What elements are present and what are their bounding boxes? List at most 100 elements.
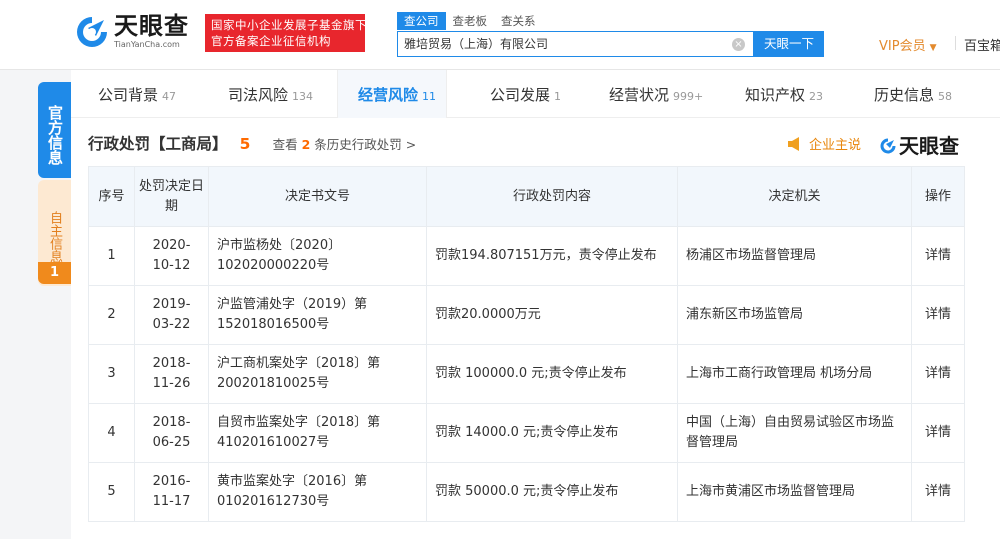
brand-domain: TianYanCha.com bbox=[114, 40, 180, 49]
header-divider bbox=[955, 36, 956, 50]
section-brand: 天眼查 bbox=[879, 130, 959, 159]
tab-search-company[interactable]: 查公司 bbox=[397, 12, 446, 30]
header-date: 处罚决定日期 bbox=[134, 166, 209, 227]
cell-org: 中国（上海）自由贸易试验区市场监督管理局 bbox=[677, 403, 912, 463]
megaphone-icon bbox=[788, 137, 799, 151]
header-num: 序号 bbox=[88, 166, 135, 227]
detail-link[interactable]: 详情 bbox=[911, 285, 965, 345]
tab-count: 47 bbox=[162, 90, 177, 103]
detail-link[interactable]: 详情 bbox=[911, 403, 965, 463]
tianyancha-logo-icon bbox=[77, 17, 107, 47]
cell-org: 杨浦区市场监督管理局 bbox=[677, 226, 912, 286]
search-input[interactable] bbox=[404, 36, 724, 50]
category-nav: 公司背景 47 司法风险 134 经营风险 11 公司发展 1 经营状况 999+ 知识产… bbox=[71, 70, 1000, 118]
section-count: 5 bbox=[239, 135, 251, 153]
promo-line-1: 国家中小企业发展子基金旗下 bbox=[211, 18, 367, 32]
search-box: × bbox=[397, 31, 754, 57]
tab-label: 司法风险 bbox=[228, 86, 289, 104]
cell-doc: 黄市监案处字〔2016〕第010201612730号 bbox=[208, 462, 427, 522]
vip-label: VIP会员 bbox=[879, 39, 926, 54]
history-count: 2 bbox=[301, 137, 311, 152]
tab-count: 999+ bbox=[673, 90, 704, 103]
tab-count: 11 bbox=[422, 90, 437, 103]
cell-date: 2020-10-12 bbox=[134, 226, 209, 286]
company-statement-link[interactable]: 企业主说 bbox=[787, 134, 861, 153]
header-org: 决定机关 bbox=[677, 166, 912, 227]
table-row: 4 2018-06-25 自贸市监案处字〔2018〕第410201610027号… bbox=[88, 403, 965, 463]
cell-org: 上海市工商行政管理局 机场分局 bbox=[677, 344, 912, 404]
tab-label: 知识产权 bbox=[745, 86, 806, 104]
main-panel: 公司背景 47 司法风险 134 经营风险 11 公司发展 1 经营状况 999+ 知识产… bbox=[71, 70, 1000, 539]
header-op: 操作 bbox=[911, 166, 965, 227]
brand-name: 天眼查 bbox=[114, 12, 189, 40]
search-button[interactable]: 天眼一下 bbox=[754, 31, 824, 57]
tab-label: 经营状况 bbox=[609, 86, 670, 104]
cell-org: 上海市黄浦区市场监督管理局 bbox=[677, 462, 912, 522]
header-content: 行政处罚内容 bbox=[426, 166, 678, 227]
tab-label: 历史信息 bbox=[874, 86, 935, 104]
cell-date: 2018-06-25 bbox=[134, 403, 209, 463]
table-row: 5 2016-11-17 黄市监案处字〔2016〕第010201612730号 … bbox=[88, 462, 965, 522]
toolbox-link[interactable]: 百宝箱 bbox=[964, 35, 1000, 54]
tab-count: 23 bbox=[809, 90, 824, 103]
section-header: 行政处罚【工商局】 5 查看 2 条历史行政处罚 > bbox=[88, 132, 416, 156]
table-row: 1 2020-10-12 沪市监杨处〔2020〕102020000220号 罚款… bbox=[88, 226, 965, 286]
history-penalties-link[interactable]: 查看 2 条历史行政处罚 > bbox=[273, 137, 417, 152]
tab-judicial-risk[interactable]: 司法风险 134 bbox=[228, 84, 313, 105]
cell-num: 2 bbox=[88, 285, 135, 345]
section-brand-label: 天眼查 bbox=[899, 134, 959, 158]
table-row: 2 2019-03-22 沪监管浦处字（2019）第152018016500号 … bbox=[88, 285, 965, 345]
cell-date: 2018-11-26 bbox=[134, 344, 209, 404]
tab-count: 134 bbox=[292, 90, 314, 103]
clear-icon[interactable]: × bbox=[732, 38, 745, 51]
tab-operating-status[interactable]: 经营状况 999+ bbox=[609, 84, 703, 105]
claim-label: 企业主说 bbox=[809, 138, 862, 153]
cell-num: 3 bbox=[88, 344, 135, 404]
cell-doc: 沪监管浦处字（2019）第152018016500号 bbox=[208, 285, 427, 345]
cell-content: 罚款 100000.0 元;责令停止发布 bbox=[426, 344, 678, 404]
tab-search-boss[interactable]: 查老板 bbox=[446, 12, 495, 30]
cell-doc: 沪市监杨处〔2020〕102020000220号 bbox=[208, 226, 427, 286]
cell-org: 浦东新区市场监管局 bbox=[677, 285, 912, 345]
cell-date: 2016-11-17 bbox=[134, 462, 209, 522]
promo-banner: 国家中小企业发展子基金旗下 官方备案企业征信机构 bbox=[205, 14, 367, 52]
header-doc: 决定书文号 bbox=[208, 166, 427, 227]
penalty-table: 序号 处罚决定日期 决定书文号 行政处罚内容 决定机关 操作 1 2020-10… bbox=[88, 166, 965, 522]
cell-content: 罚款 50000.0 元;责令停止发布 bbox=[426, 462, 678, 522]
cell-date: 2019-03-22 bbox=[134, 285, 209, 345]
detail-link[interactable]: 详情 bbox=[911, 462, 965, 522]
cell-num: 1 bbox=[88, 226, 135, 286]
caret-down-icon: ▼ bbox=[929, 43, 937, 53]
tab-label: 经营风险 bbox=[358, 86, 419, 104]
tab-operating-risk[interactable]: 经营风险 11 bbox=[358, 84, 436, 105]
table-header-row: 序号 处罚决定日期 决定书文号 行政处罚内容 决定机关 操作 bbox=[88, 166, 965, 227]
tab-search-relation[interactable]: 查关系 bbox=[494, 12, 543, 30]
cell-content: 罚款 14000.0 元;责令停止发布 bbox=[426, 403, 678, 463]
cell-doc: 自贸市监案处字〔2018〕第410201610027号 bbox=[208, 403, 427, 463]
tab-intellectual-property[interactable]: 知识产权 23 bbox=[745, 84, 823, 105]
cell-doc: 沪工商机案处字〔2018〕第200201810025号 bbox=[208, 344, 427, 404]
tab-company-background[interactable]: 公司背景 47 bbox=[98, 84, 176, 105]
tab-label: 公司背景 bbox=[98, 86, 159, 104]
self-info-count-badge: 1 bbox=[38, 262, 71, 284]
cell-content: 罚款194.807151万元，责令停止发布 bbox=[426, 226, 678, 286]
side-tab-official-info[interactable]: 官方信息 bbox=[38, 82, 71, 178]
table-row: 3 2018-11-26 沪工商机案处字〔2018〕第200201810025号… bbox=[88, 344, 965, 404]
top-header: 天眼查 TianYanCha.com 国家中小企业发展子基金旗下 官方备案企业征… bbox=[0, 0, 1000, 70]
detail-link[interactable]: 详情 bbox=[911, 344, 965, 404]
detail-link[interactable]: 详情 bbox=[911, 226, 965, 286]
history-prefix: 查看 bbox=[272, 137, 298, 152]
site-logo[interactable]: 天眼查 TianYanCha.com bbox=[74, 12, 199, 52]
section-title: 行政处罚【工商局】 bbox=[88, 135, 228, 153]
tab-label: 公司发展 bbox=[490, 86, 551, 104]
tab-history-info[interactable]: 历史信息 58 bbox=[874, 84, 952, 105]
cell-content: 罚款20.0000万元 bbox=[426, 285, 678, 345]
history-suffix: 条历史行政处罚 > bbox=[314, 137, 417, 152]
cell-num: 4 bbox=[88, 403, 135, 463]
tianyancha-logo-icon bbox=[880, 138, 896, 154]
vip-menu[interactable]: VIP会员 ▼ bbox=[879, 35, 937, 54]
search-type-tabs: 查公司 查老板 查关系 bbox=[397, 12, 543, 30]
cell-num: 5 bbox=[88, 462, 135, 522]
tab-count: 1 bbox=[554, 90, 562, 103]
tab-company-development[interactable]: 公司发展 1 bbox=[490, 84, 561, 105]
